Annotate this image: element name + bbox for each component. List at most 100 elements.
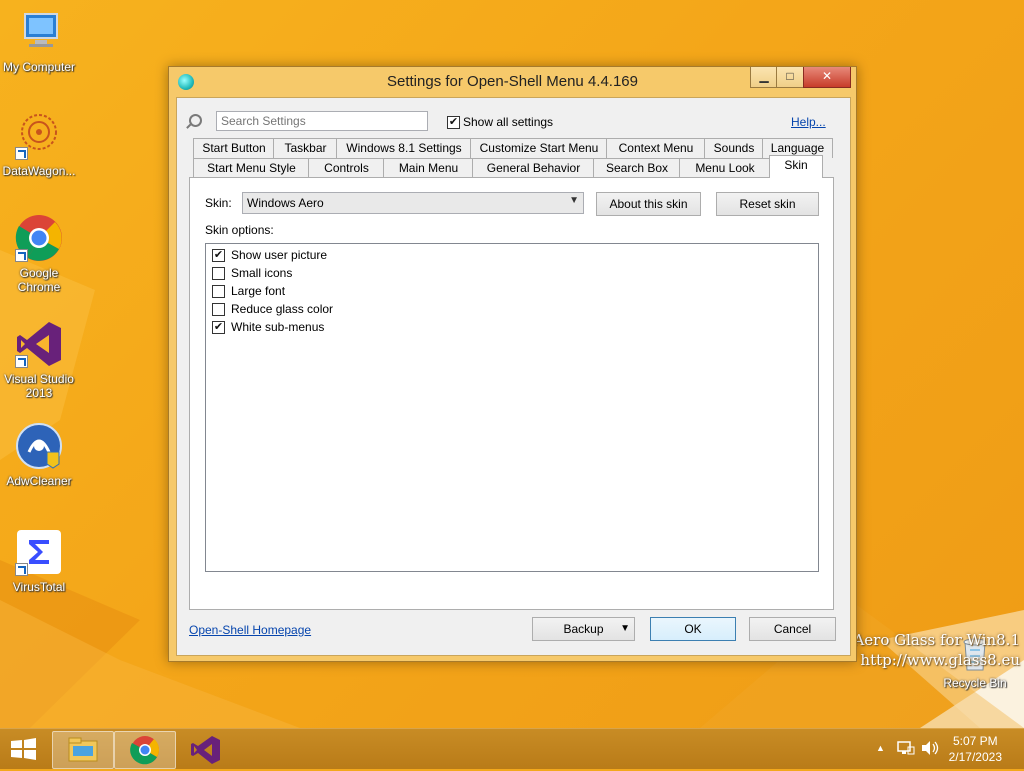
chrome-icon xyxy=(15,214,63,262)
minimize-button[interactable]: ▁ xyxy=(750,67,777,88)
close-button[interactable]: ✕ xyxy=(803,67,851,88)
window-client-area: Show all settings Help... Start Button T… xyxy=(176,97,851,656)
desktop-icon-label: Recycle Bin xyxy=(943,676,1007,690)
shortcut-arrow-icon xyxy=(15,249,28,262)
desktop-icon-adwcleaner[interactable]: AdwCleaner xyxy=(0,422,78,488)
start-button[interactable] xyxy=(0,731,48,767)
clock-time: 5:07 PM xyxy=(952,734,998,748)
desktop-icon-label: Google Chrome xyxy=(17,266,61,294)
tab-label: Start Button xyxy=(202,141,266,155)
windows-logo-icon xyxy=(11,738,36,760)
computer-icon xyxy=(15,8,63,56)
adwcleaner-icon xyxy=(15,422,63,470)
shortcut-arrow-icon xyxy=(15,563,28,576)
tab-start-button[interactable]: Start Button xyxy=(193,138,275,158)
option-checkbox[interactable] xyxy=(212,249,225,262)
window-titlebar[interactable]: Settings for Open-Shell Menu 4.4.169 ▁ □… xyxy=(169,67,856,97)
tray-overflow-chevron-icon[interactable]: ▲ xyxy=(876,743,885,753)
skin-options-label: Skin options: xyxy=(205,223,274,237)
file-explorer-icon xyxy=(68,737,98,762)
skin-label: Skin: xyxy=(205,196,232,210)
taskbar-clock[interactable]: 5:07 PM 2/17/2023 xyxy=(949,733,1002,765)
tab-label: General Behavior xyxy=(486,161,581,175)
chevron-down-icon: ▼ xyxy=(620,623,630,634)
chrome-icon xyxy=(130,736,160,765)
tab-label: Controls xyxy=(324,161,369,175)
desktop-icon-label: AdwCleaner xyxy=(6,474,72,488)
skin-tab-panel: Skin: Windows Aero ▼ About this skin Res… xyxy=(189,177,834,610)
close-icon: ✕ xyxy=(821,69,833,83)
desktop-icon-virustotal[interactable]: VirusTotal xyxy=(0,528,78,594)
backup-button-label: Backup xyxy=(563,622,604,636)
show-all-settings-checkbox[interactable] xyxy=(447,116,460,129)
backup-button[interactable]: Backup ▼ xyxy=(532,617,635,641)
skin-options-list: Show user picture Small icons Large font… xyxy=(205,243,819,572)
network-icon[interactable] xyxy=(897,740,915,756)
virustotal-icon xyxy=(15,528,63,576)
reset-skin-button[interactable]: Reset skin xyxy=(716,192,819,216)
volume-icon[interactable] xyxy=(921,740,939,756)
skin-dropdown[interactable]: Windows Aero ▼ xyxy=(242,192,584,214)
tab-label: Windows 8.1 Settings xyxy=(346,141,462,155)
desktop-icon-label: Visual Studio 2013 xyxy=(4,372,74,400)
shortcut-arrow-icon xyxy=(15,355,28,368)
tab-customize-start-menu[interactable]: Customize Start Menu xyxy=(470,138,608,158)
skin-dropdown-value: Windows Aero xyxy=(247,196,324,210)
open-shell-homepage-link[interactable]: Open-Shell Homepage xyxy=(189,623,311,637)
desktop-icon-datawagon[interactable]: DataWagon... xyxy=(0,112,78,178)
desktop-icon-visual-studio[interactable]: Visual Studio 2013 xyxy=(0,320,78,400)
minimize-icon: ▁ xyxy=(759,69,769,83)
tab-windows-81-settings[interactable]: Windows 8.1 Settings xyxy=(336,138,472,158)
taskbar-file-explorer[interactable] xyxy=(52,731,114,769)
about-this-skin-button[interactable]: About this skin xyxy=(596,192,701,216)
option-checkbox[interactable] xyxy=(212,321,225,334)
datawagon-icon xyxy=(15,112,63,160)
ok-button[interactable]: OK xyxy=(650,617,736,641)
tab-menu-look[interactable]: Menu Look xyxy=(679,158,771,178)
search-settings-input[interactable] xyxy=(216,111,428,131)
tab-label: Context Menu xyxy=(618,141,694,155)
taskbar-visual-studio[interactable] xyxy=(176,731,236,767)
chevron-down-icon: ▼ xyxy=(569,195,579,206)
tab-skin[interactable]: Skin xyxy=(769,155,823,178)
watermark-line2: http://www.glass8.eu xyxy=(860,651,1020,669)
tab-label: Menu Look xyxy=(695,161,755,175)
maximize-button[interactable]: □ xyxy=(776,67,804,88)
tab-main-menu[interactable]: Main Menu xyxy=(383,158,474,178)
visual-studio-icon xyxy=(15,320,63,368)
tab-taskbar[interactable]: Taskbar xyxy=(273,138,338,158)
cancel-button[interactable]: Cancel xyxy=(749,617,836,641)
desktop-icon-label: My Computer xyxy=(2,60,76,74)
option-label: Show user picture xyxy=(231,248,328,262)
tab-label: Main Menu xyxy=(398,161,459,175)
option-label: Reduce glass color xyxy=(231,302,334,316)
option-checkbox[interactable] xyxy=(212,285,225,298)
tab-label: Skin xyxy=(784,158,808,172)
clock-date: 2/17/2023 xyxy=(948,750,1002,764)
tab-context-menu[interactable]: Context Menu xyxy=(606,138,706,158)
desktop-icon-google-chrome[interactable]: Google Chrome xyxy=(0,214,78,294)
tab-label: Language xyxy=(770,141,825,155)
tab-label: Sounds xyxy=(713,141,755,155)
taskbar-chrome[interactable] xyxy=(114,731,176,769)
desktop-icon-label: DataWagon... xyxy=(2,164,76,178)
watermark-line1: Aero Glass for Win8.1 xyxy=(853,631,1020,649)
desktop-icon-label: VirusTotal xyxy=(12,580,66,594)
tab-label: Taskbar xyxy=(284,141,327,155)
option-checkbox[interactable] xyxy=(212,267,225,280)
tab-label: Customize Start Menu xyxy=(479,141,599,155)
tab-general-behavior[interactable]: General Behavior xyxy=(472,158,595,178)
taskbar: ▲ 5:07 PM 2/17/2023 xyxy=(0,728,1024,769)
option-checkbox[interactable] xyxy=(212,303,225,316)
tab-label: Search Box xyxy=(605,161,669,175)
tab-sounds[interactable]: Sounds xyxy=(704,138,764,158)
show-all-settings-label: Show all settings xyxy=(463,115,554,129)
tab-label: Start Menu Style xyxy=(207,161,296,175)
option-label: Small icons xyxy=(231,266,293,280)
tab-search-box[interactable]: Search Box xyxy=(593,158,681,178)
tab-controls[interactable]: Controls xyxy=(308,158,385,178)
aero-glass-watermark: Aero Glass for Win8.1 http://www.glass8.… xyxy=(853,630,1020,670)
tab-start-menu-style[interactable]: Start Menu Style xyxy=(193,158,310,178)
desktop-icon-my-computer[interactable]: My Computer xyxy=(0,8,78,74)
help-link[interactable]: Help... xyxy=(791,115,826,129)
